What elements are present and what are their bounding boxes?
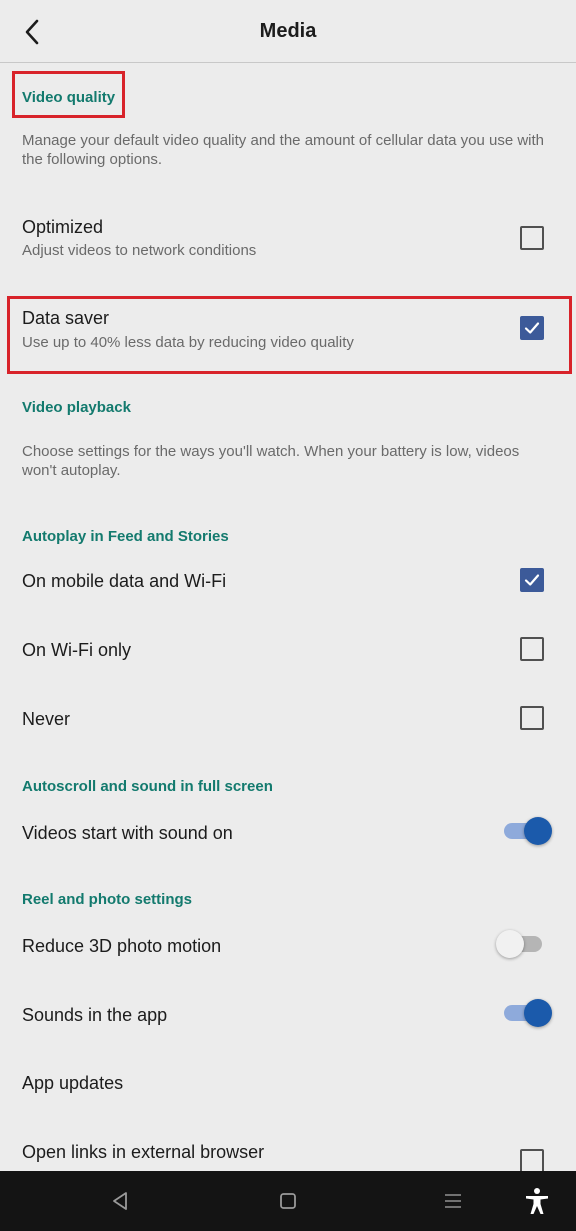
home-square-icon [280,1193,296,1209]
system-navigation-bar [0,1171,576,1231]
option-open-links-external[interactable]: Open links in external browser [0,1125,576,1171]
videos-sound-on-toggle[interactable] [500,815,552,847]
back-triangle-icon [113,1192,127,1210]
nav-home-button[interactable] [273,1186,303,1216]
accessibility-icon [526,1188,548,1214]
option-sublabel: Use up to 40% less data by reducing vide… [22,334,354,351]
option-wifi-only[interactable]: On Wi-Fi only [0,621,576,677]
section-title-video-playback: Video playback [22,399,131,416]
option-optimized[interactable]: Optimized Adjust videos to network condi… [0,203,576,263]
optimized-checkbox[interactable] [520,226,544,250]
option-never[interactable]: Never [0,690,576,746]
option-label: Reduce 3D photo motion [22,936,222,956]
checkmark-icon [524,322,540,334]
option-label: Optimized [22,217,104,237]
reduce-3d-motion-toggle[interactable] [496,928,548,960]
data-saver-checkbox[interactable] [520,316,544,340]
toggle-knob [524,817,552,845]
nav-accessibility-button[interactable] [522,1186,552,1216]
option-label: Never [22,709,71,729]
option-data-saver[interactable]: Data saver Use up to 40% less data by re… [0,295,576,365]
option-label: Sounds in the app [22,1005,168,1025]
app-header: Media [0,0,576,63]
option-sounds-in-app[interactable]: Sounds in the app [0,987,576,1039]
wifi-only-checkbox[interactable] [520,637,544,661]
nav-menu-button[interactable] [438,1186,468,1216]
toggle-knob [496,930,524,958]
option-mobile-data-wifi[interactable]: On mobile data and Wi-Fi [0,553,576,609]
option-label: Videos start with sound on [22,823,233,843]
nav-back-button[interactable] [105,1186,135,1216]
video-playback-description: Choose settings for the ways you'll watc… [22,443,520,479]
option-label: Data saver [22,308,110,328]
menu-lines-icon [445,1194,461,1208]
option-label: Open links in external browser [22,1142,265,1162]
option-sublabel: Adjust videos to network conditions [22,242,257,259]
option-label: On Wi-Fi only [22,640,132,660]
section-title-reel-photo: Reel and photo settings [22,891,193,908]
never-checkbox[interactable] [520,706,544,730]
page-title: Media [259,20,317,42]
mobile-data-wifi-checkbox[interactable] [520,568,544,592]
checkmark-icon [524,574,540,586]
open-links-external-checkbox[interactable] [520,1149,544,1171]
sounds-in-app-toggle[interactable] [500,997,552,1029]
section-title-video-quality: Video quality [22,89,116,106]
toggle-knob [524,999,552,1027]
section-title-autoplay: Autoplay in Feed and Stories [22,528,229,545]
option-app-updates[interactable]: App updates [0,1055,576,1107]
option-label: App updates [22,1073,124,1093]
option-reduce-3d-motion[interactable]: Reduce 3D photo motion [0,918,576,970]
section-title-autoscroll: Autoscroll and sound in full screen [22,778,273,795]
settings-list: Video quality Manage your default video … [0,63,576,1171]
option-videos-sound-on[interactable]: Videos start with sound on [0,805,576,857]
option-label: On mobile data and Wi-Fi [22,571,227,591]
video-quality-description: Manage your default video quality and th… [22,132,544,168]
